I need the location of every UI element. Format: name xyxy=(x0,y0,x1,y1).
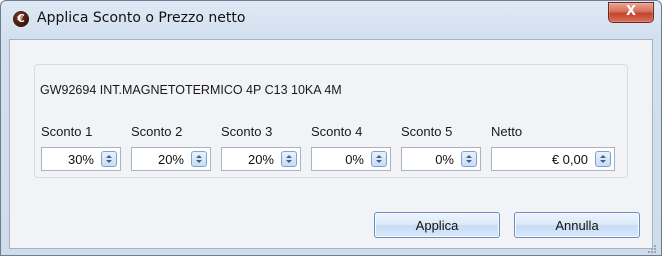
title-bar[interactable]: € Applica Sconto o Prezzo netto X xyxy=(1,1,661,39)
sconto-4-value: 0% xyxy=(345,152,364,167)
sconto-5-value: 0% xyxy=(435,152,454,167)
sconto-1-value: 30% xyxy=(67,152,94,167)
sconto-2-value: 20% xyxy=(157,152,184,167)
sconto-1-spinbox[interactable]: 30% xyxy=(41,147,121,171)
spin-arrows-icon[interactable] xyxy=(101,151,117,167)
euro-icon: € xyxy=(13,11,29,27)
window-title: Applica Sconto o Prezzo netto xyxy=(37,10,246,26)
netto-value: € 0,00 xyxy=(551,152,588,167)
netto-spinbox[interactable]: € 0,00 xyxy=(491,147,615,171)
sconto-4-label: Sconto 4 xyxy=(311,124,363,139)
netto-label: Netto xyxy=(491,124,523,139)
spin-arrows-icon[interactable] xyxy=(281,151,297,167)
dialog-window: € Applica Sconto o Prezzo netto X GW9269… xyxy=(0,0,662,256)
sconto-2-label: Sconto 2 xyxy=(131,124,183,139)
resize-grip-icon[interactable] xyxy=(647,239,657,253)
dialog-body: GW92694 INT.MAGNETOTERMICO 4P C13 10KA 4… xyxy=(9,39,653,249)
sconto-5-label: Sconto 5 xyxy=(401,124,453,139)
sconto-3-value: 20% xyxy=(247,152,274,167)
sconto-3-label: Sconto 3 xyxy=(221,124,273,139)
spin-arrows-icon[interactable] xyxy=(595,151,611,167)
sconto-1-label: Sconto 1 xyxy=(41,124,93,139)
sconto-5-spinbox[interactable]: 0% xyxy=(401,147,481,171)
spin-arrows-icon[interactable] xyxy=(461,151,477,167)
sconto-4-spinbox[interactable]: 0% xyxy=(311,147,391,171)
apply-button[interactable]: Applica xyxy=(374,212,500,238)
spin-arrows-icon[interactable] xyxy=(371,151,387,167)
sconto-3-spinbox[interactable]: 20% xyxy=(221,147,301,171)
cancel-button[interactable]: Annulla xyxy=(514,212,640,238)
sconto-2-spinbox[interactable]: 20% xyxy=(131,147,211,171)
close-button[interactable]: X xyxy=(608,2,654,23)
product-description: GW92694 INT.MAGNETOTERMICO 4P C13 10KA 4… xyxy=(40,83,342,97)
spin-arrows-icon[interactable] xyxy=(191,151,207,167)
discount-group: GW92694 INT.MAGNETOTERMICO 4P C13 10KA 4… xyxy=(34,64,628,178)
